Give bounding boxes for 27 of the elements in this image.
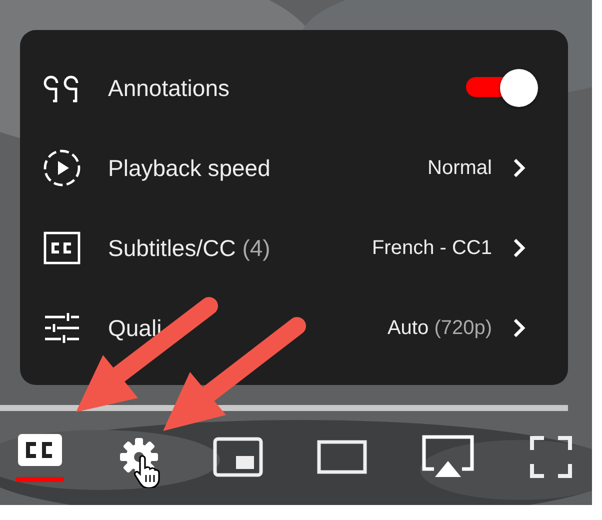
miniplayer-icon <box>213 437 264 477</box>
toggle-switch[interactable] <box>466 68 538 108</box>
chevron-right-icon <box>512 157 526 179</box>
menu-label: Quali <box>108 314 162 342</box>
menu-value: French - CC1 <box>372 236 492 260</box>
miniplayer-button[interactable] <box>213 437 264 477</box>
chevron-right-icon <box>512 237 526 259</box>
fullscreen-icon <box>530 436 572 478</box>
menu-label: Annotations <box>108 74 230 102</box>
chevron-right-icon <box>512 317 526 339</box>
hand-cursor-icon <box>134 454 160 488</box>
theater-button[interactable] <box>316 440 367 474</box>
theater-mode-icon <box>316 440 367 474</box>
menu-value: Normal <box>428 156 492 180</box>
subtitles-icon <box>43 231 81 265</box>
fullscreen-button[interactable] <box>530 436 572 478</box>
menu-label: Subtitles/CC (4) <box>108 234 270 262</box>
menu-label: Playback speed <box>108 154 270 182</box>
menu-item[interactable]: Subtitles/CC (4) French - CC1 <box>42 208 538 288</box>
sliders-icon <box>43 312 81 344</box>
menu-value: Auto (720p) <box>387 316 492 340</box>
menu-item[interactable]: Annotations <box>42 48 538 128</box>
subtitles-button[interactable] <box>16 432 64 482</box>
subtitles-icon <box>17 432 63 466</box>
menu-item[interactable]: Playback speed Normal <box>42 128 538 208</box>
playback-speed-icon <box>42 148 82 188</box>
menu-item[interactable]: Quali Auto (720p) <box>42 288 538 368</box>
